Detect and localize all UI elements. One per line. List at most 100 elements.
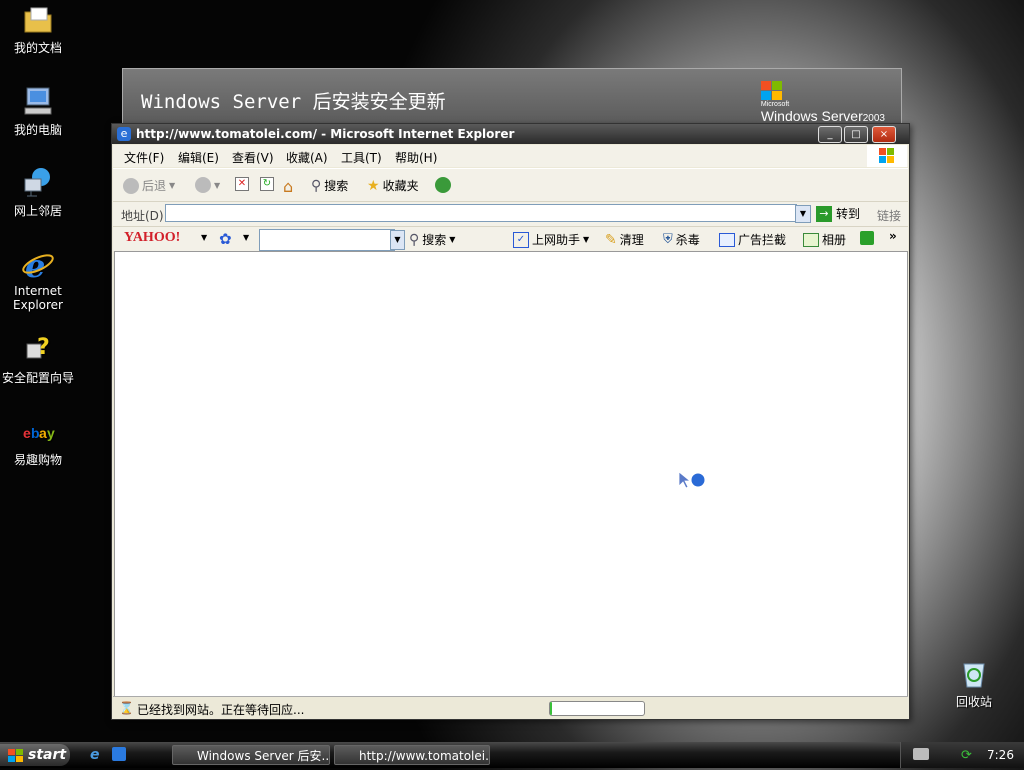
yahoo-search-button[interactable]: ⚲ 搜索 ▼: [409, 231, 455, 248]
task-windows-server[interactable]: Windows Server 后安...: [172, 745, 330, 765]
desktop-icon-label: 网上邻居: [13, 204, 62, 218]
desktop-quicklaunch-icon[interactable]: [112, 747, 126, 761]
page-content[interactable]: [114, 251, 908, 698]
ebay-icon: ebay: [21, 414, 55, 448]
svg-text:a: a: [39, 425, 47, 441]
menu-help[interactable]: 帮助(H): [395, 149, 437, 166]
desktop-icon-label: 我的文档: [13, 41, 62, 55]
network-tray-icon[interactable]: [913, 748, 929, 760]
web-helper-button[interactable]: ✓ 上网助手 ▼: [513, 231, 589, 248]
desktop-icon-my-computer[interactable]: 我的电脑: [2, 84, 74, 138]
yahoo-logo[interactable]: YAHOO!: [124, 230, 180, 246]
task-internet-explorer[interactable]: http://www.tomatolei....: [334, 745, 490, 765]
album-button[interactable]: 相册: [803, 231, 846, 248]
minimize-button[interactable]: _: [818, 126, 842, 143]
windows-flag-icon: [760, 81, 783, 101]
svg-text:y: y: [47, 425, 55, 441]
adblock-icon: [719, 232, 735, 247]
busy-cursor-icon: [678, 471, 708, 492]
stop-button[interactable]: ✕: [235, 177, 249, 191]
checkbox-icon: ✓: [513, 231, 529, 248]
svg-text:e: e: [23, 425, 31, 441]
back-button[interactable]: 后退 ▼: [123, 177, 175, 194]
ie-window-title: http://www.tomatolei.com/ - Microsoft In…: [136, 127, 515, 141]
favorites-button[interactable]: ★ 收藏夹: [367, 177, 419, 194]
desktop-icon-recycle-bin[interactable]: 回收站: [938, 656, 1010, 710]
refresh-button[interactable]: ↻: [260, 177, 274, 191]
menu-file[interactable]: 文件(F): [124, 149, 164, 166]
media-button[interactable]: [435, 177, 451, 193]
search-icon: ⚲: [409, 231, 420, 248]
maximize-button[interactable]: □: [844, 126, 868, 143]
desktop-icon-label: 我的电脑: [13, 123, 62, 137]
ie-quicklaunch-icon[interactable]: e: [90, 747, 100, 763]
antivirus-button[interactable]: ⛨ 杀毒: [663, 231, 700, 248]
progress-fill: [550, 702, 552, 715]
address-label: 地址(D): [121, 209, 164, 223]
chevron-down-icon[interactable]: ▼: [201, 233, 207, 242]
background-window-title: Windows Server 后安装安全更新: [141, 91, 446, 113]
refresh-icon: ↻: [260, 177, 274, 191]
search-button[interactable]: ⚲ 搜索: [311, 177, 348, 194]
svg-text:?: ?: [37, 335, 50, 360]
menu-tools[interactable]: 工具(T): [341, 149, 382, 166]
forward-arrow-icon: [195, 177, 211, 193]
chevron-down-icon: ▼: [449, 235, 456, 244]
desktop-icon-label: 回收站: [955, 695, 992, 709]
adblock-button[interactable]: 广告拦截: [719, 231, 786, 248]
chevron-down-icon: ▼: [169, 181, 176, 190]
desktop-icon-network[interactable]: 网上邻居: [2, 165, 74, 219]
system-tray: ⟳ 7:26: [900, 742, 1024, 768]
headphones-icon[interactable]: [860, 231, 874, 245]
taskbar: start e Windows Server 后安... http://www.…: [0, 742, 1024, 768]
chevron-down-icon: ▼: [583, 235, 590, 244]
menu-favorites[interactable]: 收藏(A): [286, 149, 328, 166]
home-icon: ⌂: [283, 177, 294, 196]
desktop-icon-label: Internet Explorer: [13, 284, 63, 312]
links-button[interactable]: 链接: [877, 207, 901, 224]
flower-icon[interactable]: ✿: [219, 230, 232, 248]
clean-button[interactable]: ✎ 清理: [605, 231, 644, 248]
back-arrow-icon: [123, 177, 139, 194]
background-window[interactable]: Windows Server 后安装安全更新 Microsoft Windows…: [122, 68, 902, 128]
chevron-down-icon[interactable]: ▼: [243, 233, 249, 242]
broom-icon: ✎: [605, 231, 617, 248]
network-icon: [21, 165, 55, 199]
address-dropdown-button[interactable]: ▼: [795, 205, 811, 223]
menu-bar: 文件(F) 编辑(E) 查看(V) 收藏(A) 工具(T) 帮助(H): [113, 145, 908, 167]
desktop-icon-security-wizard[interactable]: ? 安全配置向导: [2, 332, 74, 386]
update-tray-icon[interactable]: ⟳: [961, 748, 972, 763]
ie-page-icon: e: [117, 127, 131, 141]
more-button[interactable]: »: [889, 229, 897, 243]
address-bar: 地址(D) ▼ → 转到 链接: [113, 201, 908, 226]
progress-bar: [549, 701, 645, 716]
star-icon: ★: [367, 177, 380, 194]
yahoo-search-dropdown[interactable]: ▼: [390, 230, 405, 250]
go-arrow-icon: →: [816, 205, 832, 222]
home-button[interactable]: ⌂: [283, 177, 293, 196]
menu-view[interactable]: 查看(V): [232, 149, 274, 166]
address-input[interactable]: [165, 204, 797, 222]
desktop-icon-ebay[interactable]: ebay 易趣购物: [2, 414, 74, 468]
menu-edit[interactable]: 编辑(E): [178, 149, 219, 166]
status-bar: ⌛ 已经找到网站。正在等待回应...: [113, 696, 908, 719]
internet-explorer-icon: e: [21, 247, 55, 285]
ie-title-bar[interactable]: e http://www.tomatolei.com/ - Microsoft …: [112, 124, 909, 144]
clock: 7:26: [987, 748, 1014, 762]
go-button[interactable]: → 转到: [816, 205, 860, 222]
desktop-icon-label: 易趣购物: [13, 453, 62, 467]
desktop-icon-internet-explorer[interactable]: e Internet Explorer: [2, 247, 74, 312]
forward-button[interactable]: ▼: [195, 177, 220, 193]
yahoo-search-input[interactable]: [259, 229, 395, 251]
desktop-icon-my-documents[interactable]: 我的文档: [2, 2, 74, 56]
status-text: 已经找到网站。正在等待回应...: [137, 703, 305, 717]
start-button[interactable]: start: [0, 744, 70, 766]
photo-icon: [803, 232, 819, 247]
standard-toolbar: 后退 ▼ ▼ ✕ ↻ ⌂ ⚲ 搜索 ★ 收藏夹: [113, 168, 908, 201]
folder-icon: [21, 2, 55, 36]
ie-window[interactable]: e http://www.tomatolei.com/ - Microsoft …: [111, 123, 910, 720]
windows-flag-icon: [8, 748, 24, 762]
chevron-down-icon: ▼: [214, 180, 221, 190]
close-button[interactable]: ×: [872, 126, 896, 143]
desktop-icon-label: 安全配置向导: [2, 371, 75, 385]
